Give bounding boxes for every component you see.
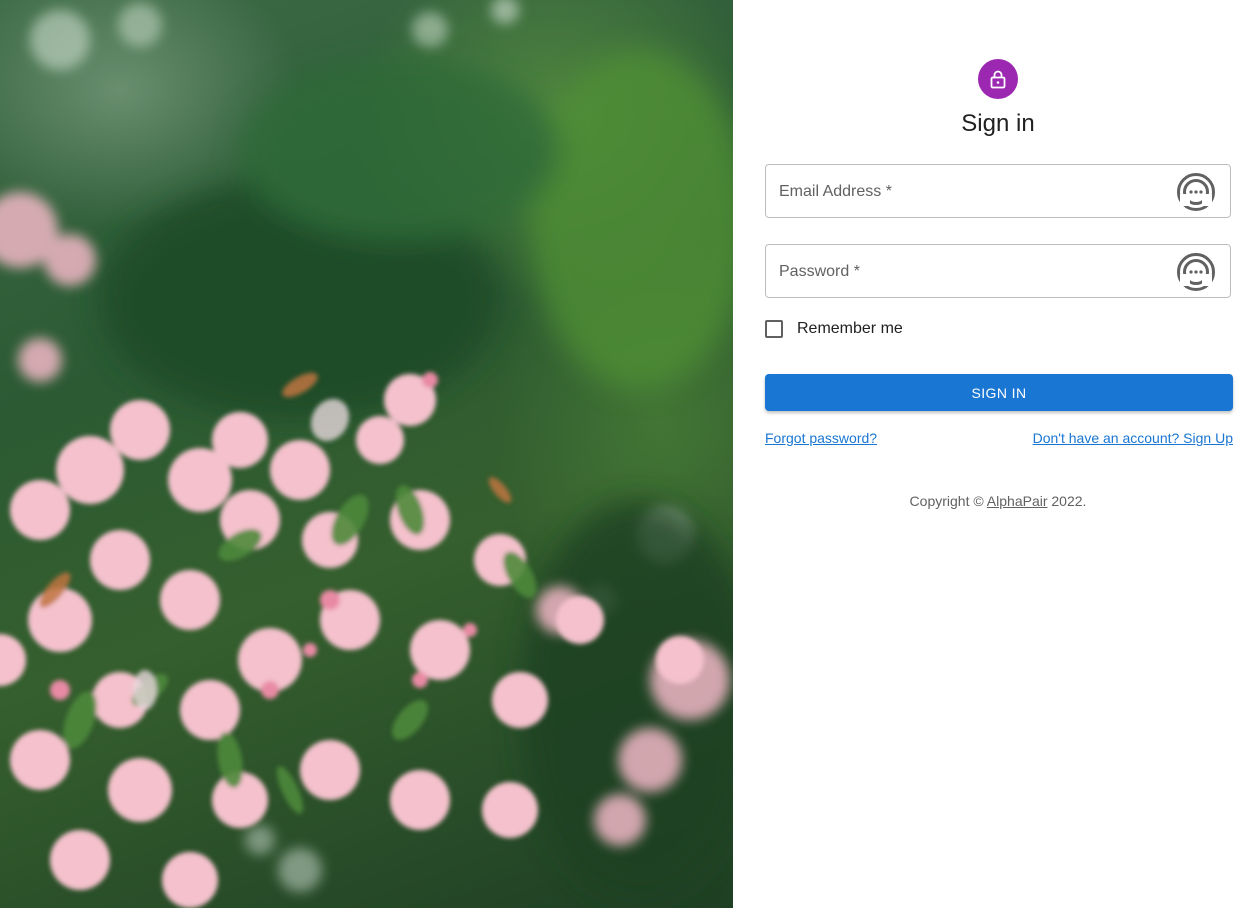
remember-me-label[interactable]: Remember me (797, 320, 903, 338)
copyright-suffix: 2022. (1047, 493, 1087, 509)
sign-in-form-panel: Sign in Email Address * Password * Remem… (733, 0, 1256, 908)
sign-up-link[interactable]: Don't have an account? Sign Up (1033, 430, 1233, 446)
copyright-prefix: Copyright © (909, 493, 987, 509)
email-field[interactable]: Email Address * (765, 164, 1231, 218)
lock-icon (990, 70, 1006, 89)
remember-me-checkbox[interactable] (765, 320, 783, 338)
forgot-password-link[interactable]: Forgot password? (765, 430, 877, 446)
lock-avatar (978, 59, 1018, 99)
password-manager-icon[interactable] (1176, 252, 1216, 292)
remember-me-row[interactable]: Remember me (765, 319, 903, 339)
password-manager-icon[interactable] (1176, 172, 1216, 212)
copyright: Copyright © AlphaPair 2022. (733, 493, 1256, 509)
password-input[interactable] (766, 245, 1230, 297)
sign-in-button[interactable]: SIGN IN (765, 374, 1233, 411)
hero-photo (0, 0, 733, 908)
brand-link[interactable]: AlphaPair (987, 493, 1048, 509)
password-field[interactable]: Password * (765, 244, 1231, 298)
email-input[interactable] (766, 165, 1230, 217)
blossom-illustration (0, 0, 733, 908)
sign-in-page: Sign in Email Address * Password * Remem… (0, 0, 1256, 908)
page-title: Sign in (961, 110, 1035, 137)
